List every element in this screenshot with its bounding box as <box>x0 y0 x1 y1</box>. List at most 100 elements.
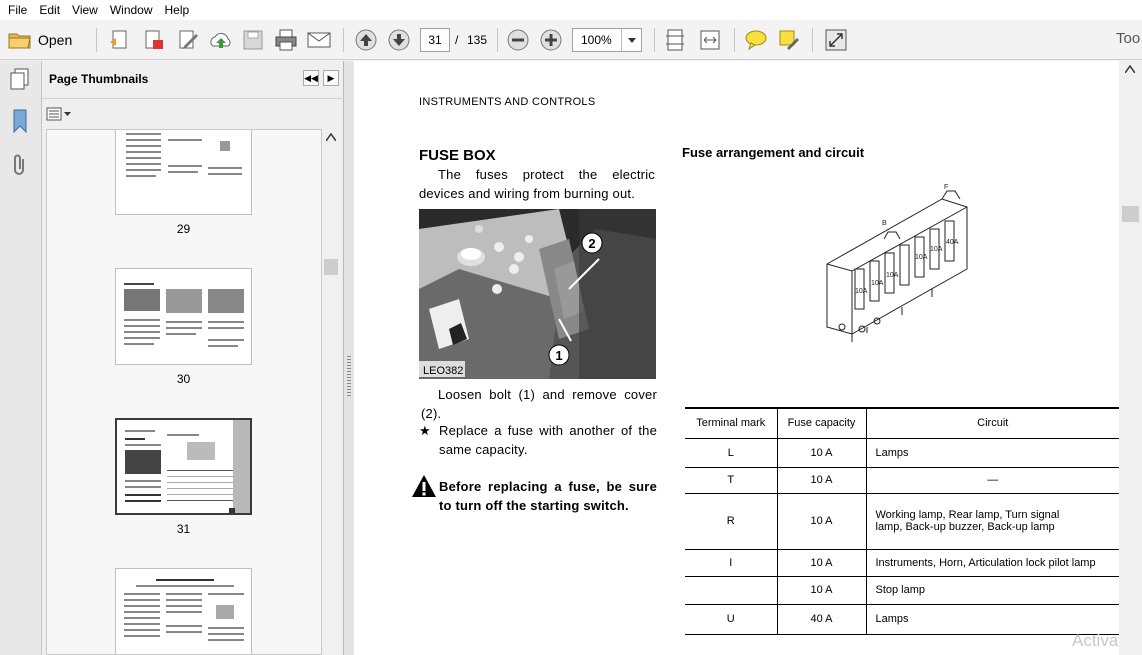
page-number-label: 29 <box>176 222 191 236</box>
zoom-out-icon <box>507 29 529 51</box>
tools-pane-label[interactable]: Too <box>1116 30 1140 47</box>
terminal-mark: I <box>685 549 778 577</box>
toolbar: Open 31 / 135 100% Too <box>0 20 1142 60</box>
print-icon <box>275 29 297 51</box>
highlight-button[interactable] <box>777 27 801 53</box>
create-pdf-icon <box>110 30 127 49</box>
page-thumbnails-panel: Page Thumbnails ◀◀ ▶ 29 30 31 <box>42 61 344 655</box>
navigation-pane-strip <box>0 61 42 655</box>
page-number-input[interactable]: 31 <box>420 28 450 52</box>
photo-callout-1: 1 <box>555 348 562 363</box>
terminal-mark: T <box>685 467 778 494</box>
diagram-label-f: F <box>944 184 948 191</box>
highlight-icon <box>779 30 799 50</box>
circuit: Lamps <box>866 604 1119 635</box>
page-thumbnail[interactable] <box>115 268 252 365</box>
menu-bar: File Edit View Window Help <box>0 0 1142 20</box>
thumbnails-scrollbar[interactable] <box>322 129 340 655</box>
print-button[interactable] <box>274 27 298 53</box>
zoom-in-button[interactable] <box>539 27 563 53</box>
collapse-panel-icon[interactable]: ◀◀ <box>303 70 319 86</box>
menu-view[interactable]: View <box>66 0 104 20</box>
zoom-out-button[interactable] <box>506 27 530 53</box>
fuse-box-photo: 2 1 LEO382 <box>419 209 656 379</box>
page-thumbnail-selected[interactable] <box>115 418 252 515</box>
menu-window[interactable]: Window <box>104 0 159 20</box>
step-replace-fuse: Replace a fuse with another of the same … <box>439 423 657 457</box>
page-separator: / <box>455 33 459 47</box>
full-screen-button[interactable] <box>824 27 848 53</box>
edit-icon <box>179 30 198 49</box>
document-page: INSTRUMENTS AND CONTROLS FUSE BOX The fu… <box>354 61 1123 655</box>
comment-icon <box>745 30 767 51</box>
fuse-capacity: 10 A <box>777 438 867 468</box>
fuse-arrangement-diagram: F B 40A 10A 10A 10A 10A 10A <box>826 184 968 342</box>
create-button[interactable] <box>108 27 132 53</box>
export-icon <box>145 30 163 49</box>
diagram-label-10a-4: 10A <box>871 280 884 287</box>
fuse-capacity: 10 A <box>777 493 867 550</box>
table-row: R 10 A Working lamp, Rear lamp, Turn sig… <box>685 493 1119 550</box>
thumbnails-list[interactable]: 29 30 31 <box>46 129 322 655</box>
fuse-capacity: 10 A <box>777 549 867 577</box>
diagram-label-40a: 40A <box>946 239 959 246</box>
fit-width-button[interactable] <box>698 27 722 53</box>
fuse-capacity: 10 A <box>777 467 867 494</box>
folder-icon <box>8 33 31 49</box>
table-row: T 10 A — <box>685 467 1119 494</box>
terminal-mark: R <box>685 493 778 550</box>
fit-page-button[interactable] <box>664 27 686 53</box>
thumbnails-header: Page Thumbnails ◀◀ ▶ <box>42 61 344 99</box>
fuse-box-heading: FUSE BOX <box>419 147 496 164</box>
attachments-icon[interactable] <box>8 153 32 177</box>
page-thumbnail[interactable] <box>115 568 252 654</box>
open-button[interactable]: Open <box>8 27 72 53</box>
scroll-up-arrow-icon[interactable] <box>326 133 336 141</box>
next-page-button[interactable] <box>387 27 411 53</box>
save-button[interactable] <box>242 27 264 53</box>
star-marker: ★ <box>419 423 431 438</box>
menu-help[interactable]: Help <box>159 0 196 20</box>
column-header: Circuit <box>866 407 1119 439</box>
step-loosen-bolt: Loosen bolt (1) and remove cover (2). <box>421 387 657 421</box>
photo-code: LEO382 <box>423 365 463 377</box>
menu-file[interactable]: File <box>2 0 33 20</box>
email-button[interactable] <box>306 27 332 53</box>
terminal-mark: U <box>685 604 778 635</box>
comment-button[interactable] <box>744 27 768 53</box>
panel-splitter[interactable] <box>344 61 354 655</box>
activation-watermark: Activat <box>1072 631 1124 650</box>
document-view: INSTRUMENTS AND CONTROLS FUSE BOX The fu… <box>354 61 1142 655</box>
circuit: Working lamp, Rear lamp, Turn signal lam… <box>866 493 1119 550</box>
scrollbar-thumb[interactable] <box>324 259 338 275</box>
thumbnails-title: Page Thumbnails <box>49 72 149 86</box>
table-row: 10 A Stop lamp <box>685 576 1119 605</box>
zoom-select[interactable]: 100% <box>572 28 642 52</box>
upload-button[interactable] <box>208 27 234 53</box>
save-icon <box>243 30 263 50</box>
intro-paragraph: The fuses protect the electric devices a… <box>419 167 655 201</box>
menu-edit[interactable]: Edit <box>33 0 66 20</box>
document-scrollbar-thumb[interactable] <box>1122 206 1139 222</box>
expand-panel-icon[interactable]: ▶ <box>323 70 339 86</box>
table-row: U 40 A Lamps <box>685 604 1119 635</box>
fit-page-icon <box>666 29 684 51</box>
document-scrollbar[interactable] <box>1119 61 1142 655</box>
bookmarks-icon[interactable] <box>8 109 32 133</box>
export-button[interactable] <box>142 27 166 53</box>
fuse-capacity: 40 A <box>777 604 867 635</box>
chevron-down-icon[interactable] <box>621 29 641 51</box>
page-thumbnails-icon[interactable] <box>8 67 32 91</box>
table-row: I 10 A Instruments, Horn, Articulation l… <box>685 549 1119 577</box>
page-thumbnail[interactable] <box>115 130 252 215</box>
previous-page-button[interactable] <box>354 27 378 53</box>
edit-button[interactable] <box>176 27 200 53</box>
scroll-up-arrow-icon[interactable] <box>1125 65 1135 73</box>
thumbnail-options-button[interactable] <box>46 105 72 123</box>
email-icon <box>307 32 331 48</box>
full-screen-icon <box>825 29 847 51</box>
warning-text: Before replacing a fuse, be sure to turn… <box>439 479 657 513</box>
diagram-label-10a-5: 10A <box>855 288 868 295</box>
fuse-table: Terminal mark Fuse capacity Circuit L 10… <box>685 407 1119 635</box>
diagram-label-10a-1: 10A <box>930 246 943 253</box>
